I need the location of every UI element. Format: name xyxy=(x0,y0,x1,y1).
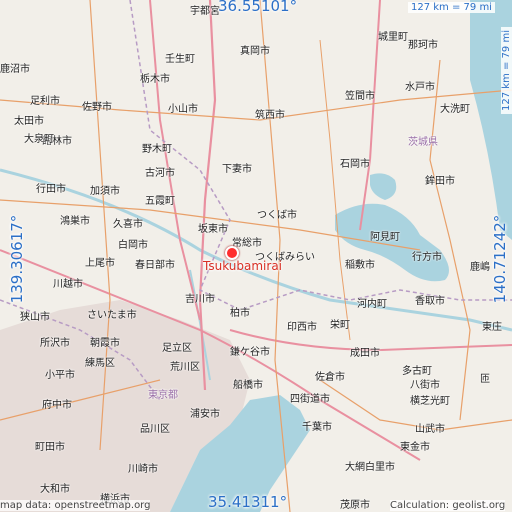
city-label: 多古町 xyxy=(402,366,432,377)
city-label: 水戸市 xyxy=(405,82,435,93)
map-canvas[interactable]: 宇都宮壬生町 真岡市 那珂市 城里町鹿沼市栃木市水戸市 大洗町 足利市佐野市 小山市 笠間市太… xyxy=(0,0,512,512)
city-label: 東京都 xyxy=(148,390,178,401)
city-label: 河内町 xyxy=(357,299,387,310)
city-label: 茨城県 xyxy=(408,137,438,148)
city-label: 石岡市 xyxy=(340,159,370,170)
city-label: 品川区 xyxy=(140,424,170,435)
city-label: 成田市 xyxy=(350,348,380,359)
city-label: 壬生町 xyxy=(165,54,195,65)
city-label: 筑西市 xyxy=(255,110,285,121)
city-label: 佐倉市 xyxy=(315,372,345,383)
city-label: 四街道市 xyxy=(290,394,330,405)
city-label: 浦安市 xyxy=(190,409,220,420)
city-label: 野木町 xyxy=(142,144,172,155)
city-label: 阿見町 xyxy=(370,232,400,243)
city-label: 船橋市 xyxy=(233,380,263,391)
city-label: 横芝光町 xyxy=(410,396,450,407)
city-label: 大網白里市 xyxy=(345,462,395,473)
city-label: さいたま市 xyxy=(87,310,137,321)
city-label: 匝 xyxy=(480,374,490,385)
city-label: 千葉市 xyxy=(302,422,332,433)
city-label: 小山市 xyxy=(168,104,198,115)
city-label: 白岡市 xyxy=(118,240,148,251)
city-label: 下妻市 xyxy=(222,164,252,175)
city-label: 東金市 xyxy=(400,442,430,453)
city-label: 栄町 xyxy=(330,320,350,331)
city-label: 町田市 xyxy=(35,442,65,453)
location-marker[interactable] xyxy=(225,246,239,260)
city-label: 吉川市 xyxy=(185,294,215,305)
city-label: 山武市 xyxy=(415,424,445,435)
city-label: 佐野市 xyxy=(82,102,112,113)
city-label: 真岡市 xyxy=(240,46,270,57)
city-label: 鎌ケ谷市 xyxy=(230,347,270,358)
city-label: 宇都宮 xyxy=(190,6,220,17)
city-label: 大和市 xyxy=(40,484,70,495)
longitude-right-readout: 140.71242° xyxy=(491,214,509,304)
city-label: 川越市 xyxy=(53,279,83,290)
city-label: 城里町 xyxy=(378,32,408,43)
city-label: 練馬区 xyxy=(85,358,115,369)
city-label: 稲敷市 xyxy=(345,260,375,271)
city-label: 府中市 xyxy=(42,400,72,411)
city-label: 柏市 xyxy=(230,308,250,319)
scale-bar-top: 127 km = 79 mi xyxy=(408,2,495,13)
city-label: 荒川区 xyxy=(170,362,200,373)
city-label: 古河市 xyxy=(145,168,175,179)
city-label: 那珂市 xyxy=(408,40,438,51)
city-label: 茂原市 xyxy=(340,500,370,511)
city-label: 印西市 xyxy=(287,322,317,333)
city-label: 東庄 xyxy=(482,322,502,333)
city-label: 行方市 xyxy=(412,252,442,263)
city-label: 香取市 xyxy=(415,296,445,307)
map-attribution: map data: openstreetmap.org xyxy=(0,500,151,511)
longitude-left-readout: 139.30617° xyxy=(8,214,26,304)
city-label: 大洗町 xyxy=(440,104,470,115)
city-label: 太田市 xyxy=(14,116,44,127)
city-label: 加須市 xyxy=(90,186,120,197)
city-label: 小平市 xyxy=(45,370,75,381)
city-label: 川崎市 xyxy=(128,464,158,475)
city-label: 足立区 xyxy=(162,343,192,354)
city-label: 所沢市 xyxy=(40,338,70,349)
latitude-bottom-readout: 35.41311° xyxy=(208,493,288,511)
city-label: 笠間市 xyxy=(345,91,375,102)
city-label: 鹿沼市 xyxy=(0,64,30,75)
city-label: 鉾田市 xyxy=(425,176,455,187)
city-label: つくば市 xyxy=(257,210,297,221)
city-label: 足利市 xyxy=(30,96,60,107)
city-label: 鴻巣市 xyxy=(60,216,90,227)
scale-bar-right: 127 km = 79 mi xyxy=(500,27,512,114)
city-label: 春日部市 xyxy=(135,260,175,271)
city-label: 朝霞市 xyxy=(90,338,120,349)
city-label: 栃木市 xyxy=(140,74,170,85)
city-label: 鹿嶋 xyxy=(470,262,490,273)
city-label: 行田市 xyxy=(36,184,66,195)
city-label: 大泉町 xyxy=(24,134,54,145)
calculation-credit: Calculation: geolist.org xyxy=(390,500,506,511)
place-name-label: Tsukubamirai xyxy=(203,259,283,273)
latitude-top-readout: 36.55101° xyxy=(218,0,298,15)
city-label: 坂東市 xyxy=(198,224,228,235)
city-label: 久喜市 xyxy=(113,219,143,230)
city-label: 上尾市 xyxy=(85,258,115,269)
city-label: 八街市 xyxy=(410,380,440,391)
city-label: 五霞町 xyxy=(145,196,175,207)
